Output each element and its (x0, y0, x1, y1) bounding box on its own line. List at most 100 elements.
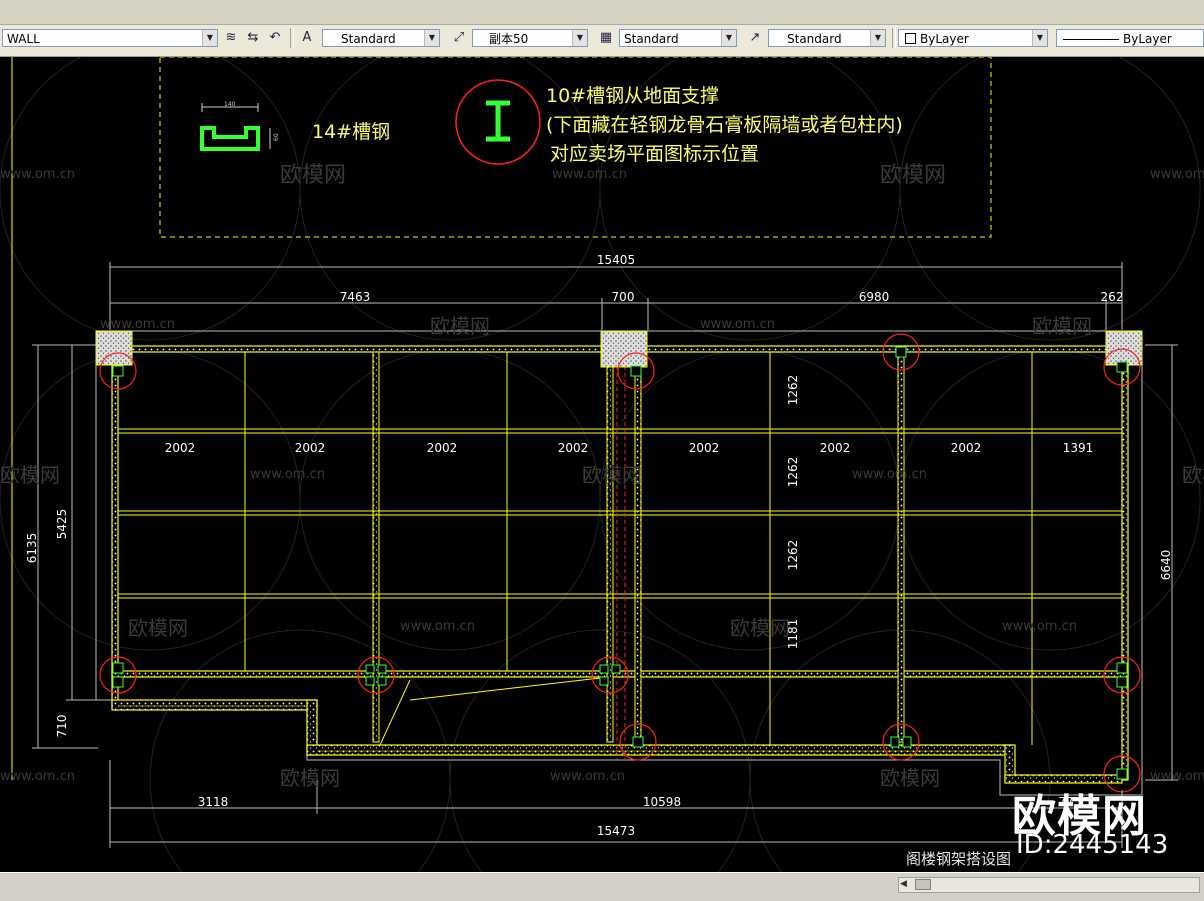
svg-text:www.om.cn: www.om.cn (550, 769, 625, 784)
drawing-title: 阁楼钢架搭设图 (906, 850, 1012, 868)
floor-framing-drawing: 140 60 14#槽钢 10#槽钢从地面支撑 (下面藏在轻钢龙骨石膏板隔墙或者… (0, 57, 1204, 872)
cad-window: WALL ▼ ≋ ⇆ ↶ A Standard ▼ ⤢ 副本50 ▼ ▦ Sta… (0, 0, 1204, 901)
dim-bottom-seg-1: 3118 (198, 795, 229, 809)
status-bar: ◀ (0, 872, 1204, 901)
channel14-label: 14#槽钢 (312, 121, 390, 143)
svg-text:欧模网: 欧模网 (880, 163, 946, 188)
svg-text:欧模网: 欧模网 (430, 314, 490, 338)
chevron-down-icon[interactable]: ▼ (202, 30, 217, 46)
linetype-dropdown[interactable]: ByLayer (1056, 29, 1204, 47)
channel14-section-icon (200, 103, 271, 151)
dim-top-seg-2: 700 (612, 290, 635, 304)
dim-bottom-seg-2: 10598 (643, 795, 681, 809)
properties-toolbar: WALL ▼ ≋ ⇆ ↶ A Standard ▼ ⤢ 副本50 ▼ ▦ Sta… (0, 0, 1204, 57)
dim-top-seg-1: 7463 (340, 290, 371, 304)
text-style-icon[interactable]: A (298, 29, 316, 47)
svg-text:www.om.cn: www.om.cn (552, 167, 627, 182)
dim-bottom-overall: 15473 (597, 824, 635, 838)
layer-value: WALL (7, 32, 40, 46)
multileader-style-value: Standard (787, 32, 842, 46)
svg-text:欧模网: 欧模网 (1032, 314, 1092, 338)
dim-top-seg-4: 262 (1101, 290, 1124, 304)
dim-style-icon[interactable]: ⤢ (450, 29, 468, 47)
linetype-value: ByLayer (1123, 32, 1172, 46)
dim-bay-8: 1391 (1063, 441, 1094, 455)
svg-text:www.om.cn: www.om.cn (852, 467, 927, 482)
support-markers (99, 333, 1141, 793)
svg-text:欧模网: 欧模网 (1182, 463, 1204, 487)
table-style-dropdown[interactable]: Standard ▼ (619, 29, 737, 47)
svg-text:欧模网: 欧模网 (280, 163, 346, 188)
ibeam-section-icon (455, 79, 541, 165)
color-value: ByLayer (920, 32, 969, 46)
left-dimension-lines (32, 344, 98, 749)
svg-text:欧模网: 欧模网 (280, 766, 340, 790)
chevron-down-icon[interactable]: ▼ (1032, 30, 1047, 46)
dim-bay-5: 2002 (689, 441, 720, 455)
color-dropdown[interactable]: ByLayer ▼ (898, 29, 1048, 47)
channel14-height-dim: 60 (273, 133, 280, 141)
color-swatch-icon (905, 33, 916, 44)
note-line-2: (下面藏在轻钢龙骨石膏板隔墙或者包柱内) (546, 113, 903, 136)
svg-text:www.om.cn: www.om.cn (0, 167, 75, 182)
svg-text:www.om.cn: www.om.cn (0, 769, 75, 784)
floor-strip-hatch (118, 705, 1005, 752)
dim-bay-4: 2002 (558, 441, 589, 455)
svg-text:www.om.cn: www.om.cn (1002, 619, 1077, 634)
scroll-thumb[interactable] (915, 879, 931, 890)
svg-text:欧模网: 欧模网 (582, 463, 642, 487)
horizontal-scrollbar[interactable]: ◀ (898, 877, 1200, 893)
joist-grid (118, 352, 1122, 745)
multileader-style-dropdown[interactable]: Standard ▼ (768, 29, 886, 47)
model-space[interactable]: 140 60 14#槽钢 10#槽钢从地面支撑 (下面藏在轻钢龙骨石膏板隔墙或者… (0, 57, 1204, 872)
chevron-down-icon[interactable]: ▼ (870, 30, 885, 46)
svg-text:欧模网: 欧模网 (880, 766, 940, 790)
table-style-value: Standard (624, 32, 679, 46)
dim-overall-top: 15405 (597, 253, 635, 267)
text-style-dropdown[interactable]: Standard ▼ (322, 29, 440, 47)
dim-top-seg-3: 6980 (859, 290, 890, 304)
wall-outline (95, 330, 1143, 796)
dim-bay-6: 2002 (820, 441, 851, 455)
svg-text:www.om.cn: www.om.cn (400, 619, 475, 634)
make-current-icon[interactable]: ⇆ (244, 29, 262, 47)
dim-vspace-3: 1262 (786, 540, 800, 571)
linetype-preview (1063, 39, 1119, 40)
dim-right-height: 6640 (1159, 550, 1173, 581)
table-style-icon[interactable]: ▦ (597, 29, 615, 47)
svg-text:www.om.cn: www.om.cn (1150, 769, 1204, 784)
svg-text:欧模网: 欧模网 (128, 616, 188, 640)
dim-bay-1: 2002 (165, 441, 196, 455)
dim-vspace-2: 1262 (786, 457, 800, 488)
channel14-width-dim: 140 (224, 101, 236, 108)
layer-manager-icon[interactable]: ≋ (222, 29, 240, 47)
chevron-down-icon[interactable]: ▼ (721, 30, 736, 46)
dim-style-dropdown[interactable]: 副本50 ▼ (472, 29, 588, 47)
scroll-left-icon[interactable]: ◀ (900, 878, 912, 890)
dim-bay-7: 2002 (951, 441, 982, 455)
perimeter-beams (111, 345, 1129, 784)
dim-left-outer: 6135 (25, 533, 39, 564)
watermark-id: ID:2445143 (1016, 830, 1169, 860)
svg-text:www.om.cn: www.om.cn (700, 317, 775, 332)
dim-style-value: 副本50 (489, 32, 529, 46)
interior-beams (372, 351, 905, 743)
dim-bay-3: 2002 (427, 441, 458, 455)
multileader-style-icon[interactable]: ↗ (746, 29, 764, 47)
note-line-1: 10#槽钢从地面支撑 (546, 85, 719, 107)
svg-text:www.om.cn: www.om.cn (250, 467, 325, 482)
dim-bay-2: 2002 (295, 441, 326, 455)
chevron-down-icon[interactable]: ▼ (424, 30, 439, 46)
svg-text:www.om.cn: www.om.cn (100, 317, 175, 332)
chevron-down-icon[interactable]: ▼ (572, 30, 587, 46)
svg-text:欧模网: 欧模网 (730, 616, 790, 640)
title-strip (0, 0, 1204, 25)
layer-previous-icon[interactable]: ↶ (266, 29, 284, 47)
dim-left-bottom: 710 (55, 715, 69, 738)
dim-vspace-1: 1262 (786, 375, 800, 406)
note-line-3: 对应卖场平面图标示位置 (550, 143, 759, 165)
svg-text:www.om.cn: www.om.cn (1150, 167, 1204, 182)
dim-left-inner: 5425 (55, 509, 69, 540)
svg-text:欧模网: 欧模网 (0, 463, 60, 487)
layer-dropdown[interactable]: WALL ▼ (2, 29, 218, 47)
